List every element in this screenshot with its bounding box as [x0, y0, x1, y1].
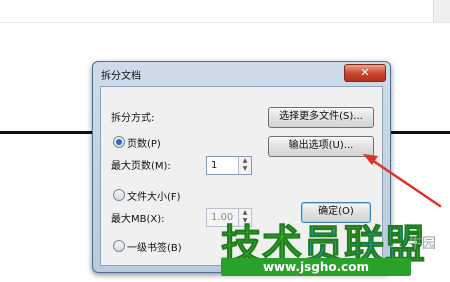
- max-pages-value[interactable]: 1: [211, 160, 217, 171]
- document-top-bar: [0, 0, 450, 23]
- split-mode-label: 拆分方式:: [111, 113, 155, 124]
- select-more-files-button[interactable]: 选择更多文件(S)...: [268, 107, 374, 128]
- output-options-button[interactable]: 输出选项(U)...: [268, 136, 374, 157]
- radio-bookmark-label[interactable]: 一级书签(B): [127, 239, 182, 254]
- document-rule-right: [390, 131, 450, 134]
- max-pages-spin-buttons[interactable]: ▲ ▼: [238, 157, 251, 174]
- watermark-url: www.jsgho.com: [221, 258, 411, 276]
- close-icon: ✕: [360, 66, 370, 79]
- radio-pages-label[interactable]: 页数(P): [127, 135, 161, 150]
- max-pages-stepper[interactable]: 1 ▲ ▼: [206, 156, 252, 175]
- watermark-side-text: 牛园: [408, 236, 436, 252]
- radio-filesize-label[interactable]: 文件大小(F): [127, 188, 181, 203]
- dialog-title: 拆分文档: [101, 71, 141, 82]
- dialog-titlebar[interactable]: 拆分文档 ✕: [93, 62, 390, 84]
- radio-bookmark[interactable]: [113, 240, 125, 252]
- max-pages-label: 最大页数(M):: [111, 161, 171, 172]
- document-rule-left: [0, 131, 92, 134]
- close-button[interactable]: ✕: [344, 64, 386, 82]
- max-mb-label: 最大MB(X):: [111, 214, 165, 225]
- radio-pages[interactable]: [113, 136, 125, 148]
- spin-up-icon[interactable]: ▲: [239, 157, 251, 165]
- radio-filesize[interactable]: [113, 189, 125, 201]
- scrollbar-corner: [433, 0, 450, 22]
- spin-down-icon[interactable]: ▼: [239, 165, 251, 173]
